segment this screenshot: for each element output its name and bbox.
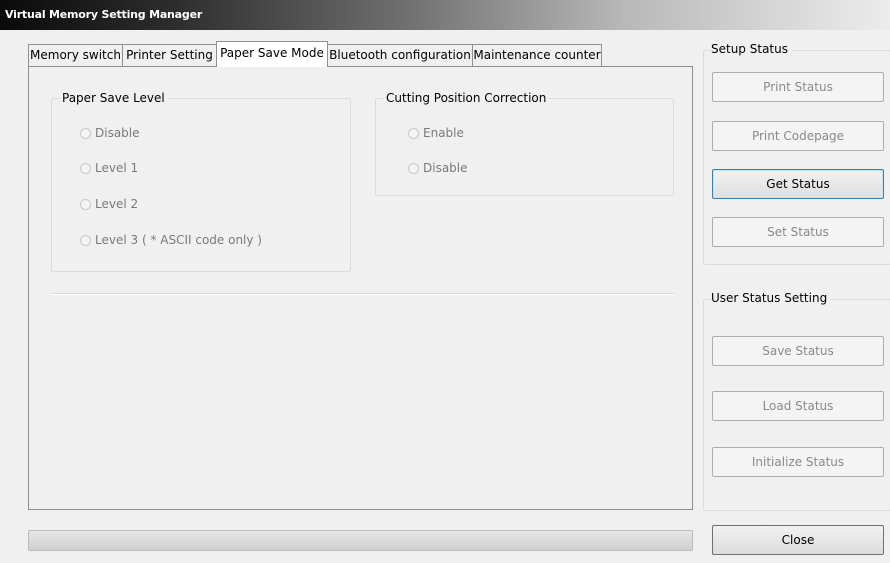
load-status-button[interactable]: Load Status [712, 391, 884, 421]
radio-circle-icon [408, 163, 419, 174]
progress-bar [28, 530, 693, 551]
radio-label: Disable [95, 126, 140, 140]
radio-label: Level 1 [95, 161, 139, 175]
paper-save-level-group: Paper Save Level Disable Level 1 Level 2… [51, 91, 351, 272]
radio-circle-icon [80, 163, 91, 174]
print-codepage-button[interactable]: Print Codepage [712, 121, 884, 151]
close-button[interactable]: Close [712, 525, 884, 555]
tab-maintenance-counter[interactable]: Maintenance counter [472, 44, 602, 66]
tab-bluetooth-configuration[interactable]: Bluetooth configuration [327, 44, 473, 66]
radio-level-2[interactable]: Level 2 [80, 196, 138, 212]
save-status-button[interactable]: Save Status [712, 336, 884, 366]
radio-cut-disable[interactable]: Disable [408, 160, 468, 176]
tab-printer-setting[interactable]: Printer Setting [122, 44, 217, 66]
setup-status-title: Setup Status [711, 42, 792, 56]
panel-divider [51, 293, 674, 295]
radio-label: Disable [423, 161, 468, 175]
radio-label: Level 2 [95, 197, 139, 211]
radio-circle-icon [408, 128, 419, 139]
get-status-button[interactable]: Get Status [712, 169, 884, 199]
main-window: Virtual Memory Setting Manager Memory sw… [0, 0, 890, 563]
print-status-button[interactable]: Print Status [712, 72, 884, 102]
radio-level-3[interactable]: Level 3 ( * ASCII code only ) [80, 232, 262, 248]
radio-circle-icon [80, 235, 91, 246]
user-status-title: User Status Setting [711, 291, 832, 305]
window-title: Virtual Memory Setting Manager [5, 8, 203, 21]
radio-level-1[interactable]: Level 1 [80, 160, 138, 176]
paper-save-level-title: Paper Save Level [60, 91, 167, 105]
title-bar: Virtual Memory Setting Manager [0, 0, 890, 30]
radio-circle-icon [80, 199, 91, 210]
radio-label: Enable [423, 126, 464, 140]
tab-paper-save-mode[interactable]: Paper Save Mode [216, 41, 328, 67]
cutting-position-title: Cutting Position Correction [384, 91, 549, 105]
set-status-button[interactable]: Set Status [712, 217, 884, 247]
cutting-position-group: Cutting Position Correction Enable Disab… [375, 91, 674, 196]
radio-label: Level 3 ( * ASCII code only ) [95, 233, 262, 247]
initialize-status-button[interactable]: Initialize Status [712, 447, 884, 477]
radio-circle-icon [80, 128, 91, 139]
tab-memory-switch[interactable]: Memory switch [28, 44, 123, 66]
radio-cut-enable[interactable]: Enable [408, 125, 464, 141]
radio-disable[interactable]: Disable [80, 125, 140, 141]
paper-save-mode-panel: Paper Save Level Disable Level 1 Level 2… [28, 66, 693, 510]
